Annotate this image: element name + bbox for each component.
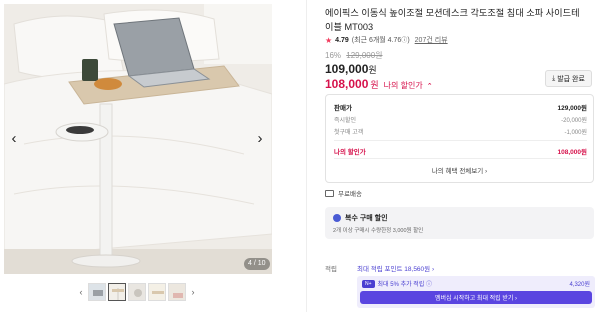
review-count-link[interactable]: 207건 리뷰 [415, 35, 448, 45]
sale-price: 109,000원 [325, 62, 377, 76]
discount-icon [333, 214, 341, 222]
info-icon[interactable]: ⓘ [401, 38, 407, 44]
points-label: 적립 [325, 266, 337, 273]
my-price-unit: 원 [370, 80, 379, 90]
shipping-label: 무료배송 [338, 191, 362, 198]
thumbnail-3[interactable] [128, 283, 146, 301]
breakdown-row-sale-price: 판매가 129,000원 [334, 105, 587, 112]
discount-row: 16% 129,000원 [325, 50, 383, 61]
sale-price-unit: 원 [368, 65, 377, 75]
breakdown-divider [334, 140, 587, 141]
gallery-next-arrow[interactable]: › [252, 128, 268, 148]
membership-badge: N+ [362, 279, 375, 288]
thumbnail-4[interactable] [148, 283, 166, 301]
rating-score: 4.79 [335, 36, 349, 44]
rating-row: ★ 4.79 (최근 6개월 4.76ⓘ) 207건 리뷰 [325, 35, 448, 45]
truck-icon [325, 189, 334, 197]
bulk-discount-description: 2개 이상 구매시 수량한정 3,000원 할인 [333, 228, 424, 234]
start-membership-button[interactable]: 멤버십 시작하고 최대 적립 받기 › [360, 291, 592, 304]
breakdown-divider-2 [334, 158, 587, 159]
max-points-link[interactable]: 최대 적립 포인트 18,560원 › [357, 263, 434, 273]
thumbnail-1[interactable] [88, 283, 106, 301]
coupon-button-label: 발급 완료 [557, 75, 585, 83]
gallery-prev-arrow[interactable]: ‹ [6, 128, 22, 148]
rating-recent: (최근 6개월 4.76ⓘ) [351, 37, 410, 44]
thumbnail-prev-arrow[interactable]: ‹ [76, 287, 86, 297]
bulk-discount-title: 복수 구매 할인 [333, 213, 388, 223]
price-breakdown-box: 판매가 129,000원 즉시할인 -20,000원 첫구매 고객 -1,000원 나… [325, 94, 594, 183]
my-price-value: 108,000 [325, 77, 369, 91]
product-title: 에이픽스 이동식 높이조절 모션데스크 각도조절 침대 소파 사이드테이블 MT… [325, 8, 580, 32]
star-icon: ★ [325, 35, 333, 45]
chevron-up-icon: ⌃ [426, 83, 433, 90]
thumbnail-5[interactable] [168, 283, 186, 301]
column-divider [306, 0, 307, 312]
membership-row: N+ 최대 5% 추가 적립 ⓘ 4,320원 [362, 279, 590, 288]
view-all-benefits-link[interactable]: 나의 혜택 전체보기 › [326, 165, 593, 175]
breakdown-row-first-purchase: 첫구매 고객 -1,000원 [334, 130, 587, 136]
main-product-photo[interactable] [4, 4, 272, 274]
product-gallery: ‹ › 4 / 10 ‹ › [0, 0, 280, 312]
thumbnail-2[interactable] [108, 283, 126, 301]
coupon-issued-button[interactable]: ⤓ 발급 완료 [545, 70, 592, 87]
thumbnail-next-arrow[interactable]: › [188, 287, 198, 297]
sale-price-value: 109,000 [325, 62, 369, 76]
original-price: 129,000원 [346, 51, 383, 60]
membership-text: 최대 5% 추가 적립 ⓘ [377, 282, 432, 288]
product-info: 에이픽스 이동식 높이조절 모션데스크 각도조절 침대 소파 사이드테이블 MT… [325, 0, 595, 312]
shipping-row: 무료배송 [325, 188, 362, 198]
thumbnail-strip: ‹ › [76, 282, 198, 302]
breakdown-row-my-price: 나의 할인가 108,000원 [334, 149, 587, 156]
bulk-discount-box: 복수 구매 할인 2개 이상 구매시 수량한정 3,000원 할인 [325, 207, 594, 239]
gallery-page-indicator: 4 / 10 [244, 258, 270, 270]
membership-box: N+ 최대 5% 추가 적립 ⓘ 4,320원 멤버십 시작하고 최대 적립 받… [357, 276, 595, 308]
discount-percent: 16% [325, 51, 342, 60]
breakdown-row-instant-discount: 즉시할인 -20,000원 [334, 118, 587, 124]
membership-amount: 4,320원 [569, 282, 590, 288]
my-price-label: 나의 할인가 [383, 81, 423, 90]
product-photo-illustration [4, 4, 272, 274]
download-icon: ⤓ [552, 74, 556, 82]
my-discount-price[interactable]: 108,000 원 나의 할인가 ⌃ [325, 77, 433, 91]
